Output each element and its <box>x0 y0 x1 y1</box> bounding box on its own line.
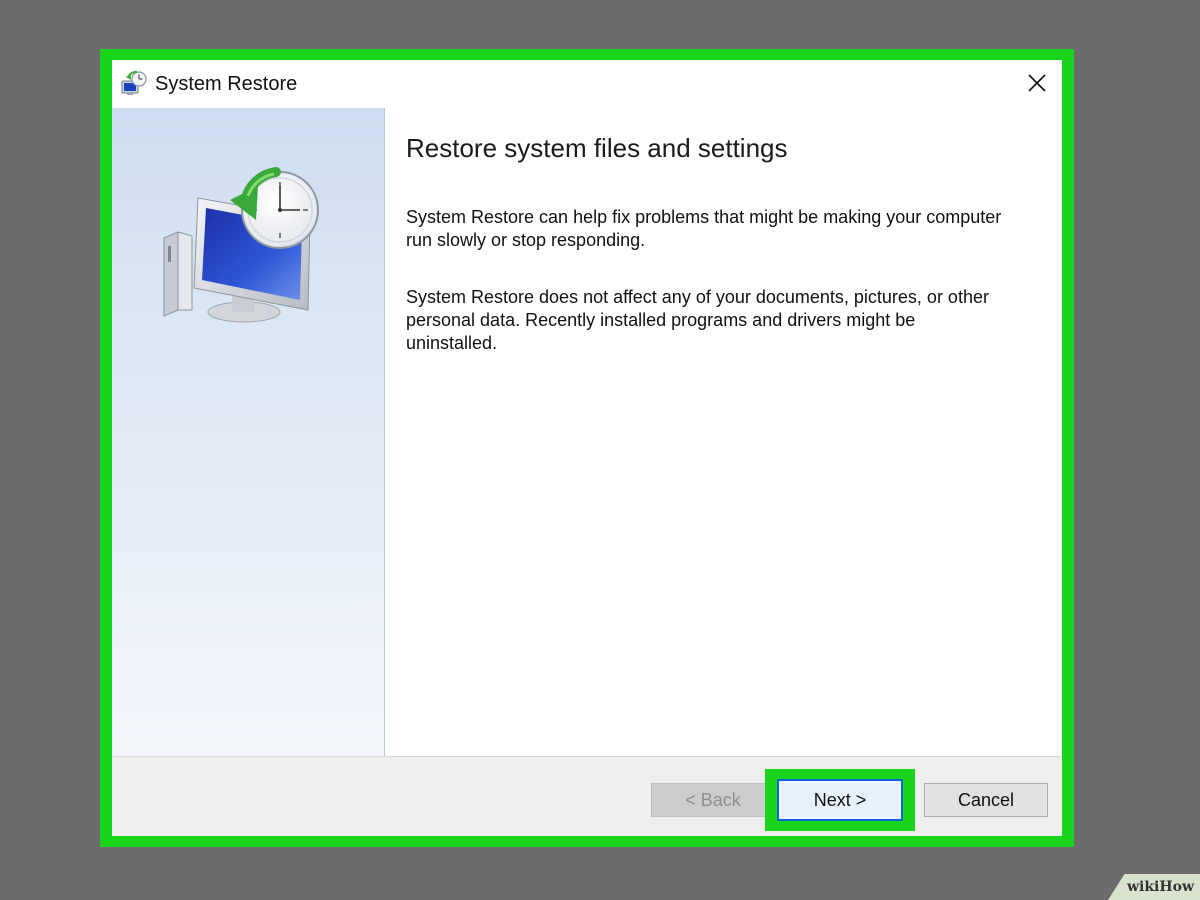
watermark-text: wikiHow <box>1126 879 1194 895</box>
window-title: System Restore <box>155 73 298 95</box>
close-button[interactable] <box>1018 66 1056 100</box>
watermark: wikiHow <box>1108 874 1200 900</box>
back-button[interactable]: < Back <box>651 783 775 817</box>
button-bar: < Back Next > Cancel <box>112 756 1062 836</box>
system-restore-illustration <box>163 167 319 323</box>
cancel-button[interactable]: Cancel <box>924 783 1048 817</box>
next-button[interactable]: Next > <box>777 779 903 821</box>
content-area: Restore system files and settings System… <box>404 108 1044 355</box>
close-icon <box>1028 74 1046 92</box>
system-restore-icon <box>120 70 148 98</box>
title-bar: System Restore <box>112 60 1062 108</box>
side-panel <box>112 108 385 756</box>
description-paragraph-2: System Restore does not affect any of yo… <box>406 287 989 353</box>
system-restore-dialog: System Restore Restore system files and … <box>112 60 1062 836</box>
description-paragraph-1: System Restore can help fix problems tha… <box>406 207 1002 250</box>
page-heading: Restore system files and settings <box>406 133 788 163</box>
